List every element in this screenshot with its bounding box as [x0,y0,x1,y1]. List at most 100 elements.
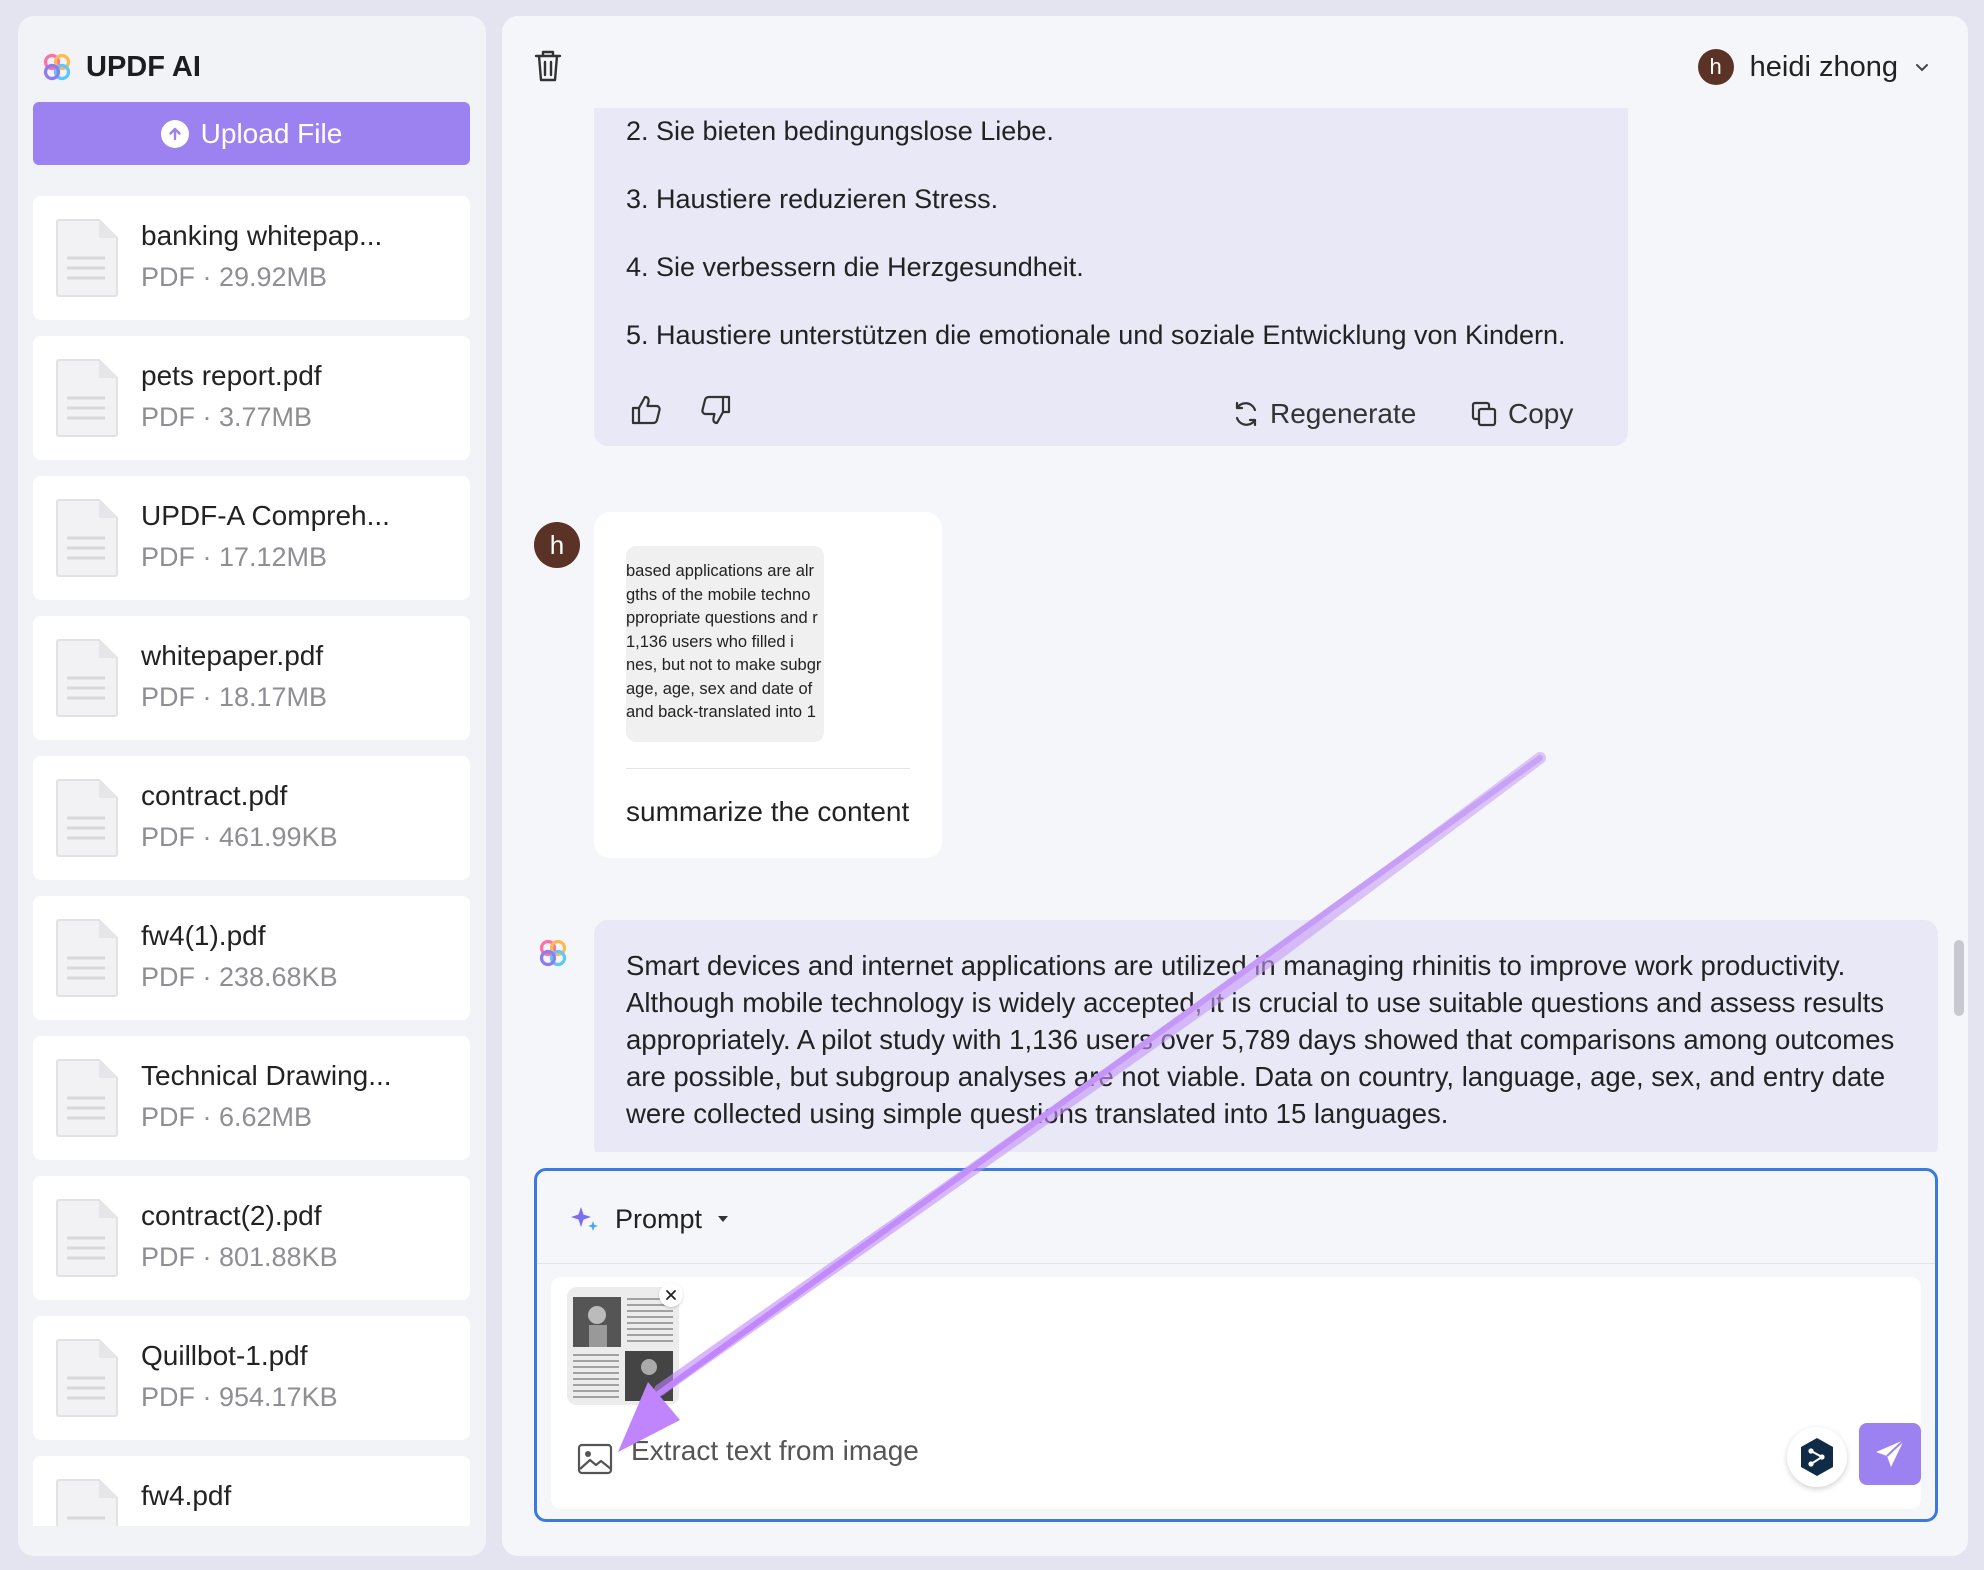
file-list-item[interactable]: fw4(1).pdf PDF · 238.68KB [33,896,470,1020]
file-meta: PDF · 238.68KB [141,962,338,992]
image-text-line: 1,136 users who filled i [626,632,794,651]
list-item: 3. Haustiere reduzieren Stress. [626,184,999,214]
thumbs-up-icon[interactable] [630,394,664,426]
image-text-line: based applications are alr [626,562,815,580]
user-message-text: summarize the content [626,796,910,827]
user-avatar: h [534,522,580,568]
file-name: fw4.pdf [141,1480,232,1511]
regenerate-button[interactable]: Regenerate [1232,398,1416,430]
file-list-item[interactable]: banking whitepap... PDF · 29.92MB [33,196,470,320]
upload-file-button[interactable]: Upload File [33,102,470,165]
file-icon [56,219,118,297]
file-meta: PDF · 801.88KB [141,1242,338,1272]
file-icon [56,1479,118,1526]
file-icon [56,1339,118,1417]
file-meta: PDF · 954.17KB [141,1382,338,1412]
file-name: contract(2).pdf [141,1200,322,1231]
file-name: pets report.pdf [141,360,322,391]
file-icon [56,779,118,857]
file-icon [56,499,118,577]
avatar: h [1697,49,1734,85]
file-list-item[interactable]: Technical Drawing... PDF · 6.62MB [33,1036,470,1160]
file-list-item[interactable]: pets report.pdf PDF · 3.77MB [33,336,470,460]
file-name: Quillbot-1.pdf [141,1340,308,1371]
user-menu[interactable]: h heidi zhong [1697,42,1930,92]
file-name: UPDF-A Compreh... [141,500,390,531]
thumbs-down-icon[interactable] [698,394,732,426]
chevron-down-icon [1916,64,1928,72]
list-item: 2. Sie bieten bedingungslose Liebe. [626,116,1054,146]
brand-title: UPDF AI [86,50,201,83]
file-list-item[interactable]: contract.pdf PDF · 461.99KB [33,756,470,880]
composer: Prompt [534,1168,1938,1522]
prompt-dropdown[interactable]: Prompt [569,1203,730,1235]
list-item: 5. Haustiere unterstützen die emotionale… [626,320,1566,350]
image-text-line: and back-translated into 1 [626,703,816,721]
file-icon [56,359,118,437]
image-text-line: nes, but not to make subgr [626,656,822,674]
file-meta: PDF · 6.62MB [141,1102,313,1132]
chat-history: 2. Sie bieten bedingungslose Liebe. 3. H… [502,108,1968,1152]
upload-file-label: Upload File [200,117,343,149]
updf-ai-logo-icon [43,53,71,81]
copy-icon [1471,401,1497,427]
file-name: Technical Drawing... [141,1060,392,1091]
file-meta: PDF · 29.92MB [141,262,328,292]
file-meta: PDF · 18.17MB [141,682,328,712]
deepl-icon [1801,1438,1833,1476]
trash-icon[interactable] [530,46,566,86]
file-list: banking whitepap... PDF · 29.92MB pets rep… [33,196,470,1526]
ai-message: 2. Sie bieten bedingungslose Liebe. 3. H… [594,108,1628,446]
file-meta: PDF · 3.77MB [141,402,313,432]
image-upload-icon[interactable] [577,1443,613,1475]
send-button[interactable] [1859,1423,1921,1485]
ai-text-line: Although mobile technology is widely acc… [626,987,1885,1018]
file-list-item[interactable]: Quillbot-1.pdf PDF · 954.17KB [33,1316,470,1440]
divider [626,768,910,769]
file-meta: PDF · 461.99KB [141,822,338,852]
upload-arrow-icon [160,119,189,148]
ai-text-line: are possible, but subgroup analyses are … [626,1061,1886,1092]
file-icon [56,1059,118,1137]
paper-plane-icon [1876,1439,1905,1467]
file-list-item[interactable]: contract(2).pdf PDF · 801.88KB [33,1176,470,1300]
sidebar: UPDF AI Upload File banking whitepap... P… [18,16,486,1556]
file-list-item[interactable]: UPDF-A Compreh... PDF · 17.12MB [33,476,470,600]
file-name: contract.pdf [141,780,288,811]
document-photo-icon [567,1287,679,1405]
file-name: whitepaper.pdf [141,640,324,671]
chat-scrollbar[interactable] [1954,940,1964,1016]
ai-text-line: appropriately. A pilot study with 1,136 … [626,1024,1895,1055]
user-name: heidi zhong [1749,50,1898,83]
brand: UPDF AI [42,42,201,92]
attachment-thumbnail[interactable] [567,1287,679,1405]
chat-panel: h heidi zhong 2. Sie bieten bedingungslo… [502,16,1968,1556]
sparkle-icon [571,1207,598,1231]
close-icon [666,1290,676,1300]
regenerate-label: Regenerate [1270,398,1417,429]
refresh-icon [1235,401,1257,427]
file-name: fw4(1).pdf [141,920,266,951]
file-list-item[interactable]: whitepaper.pdf PDF · 18.17MB [33,616,470,740]
caret-down-icon [718,1216,729,1222]
updf-ai-avatar-icon [539,939,567,967]
list-item: 4. Sie verbessern die Herzgesundheit. [626,252,1084,282]
ai-text-line: Smart devices and internet applications … [626,950,1846,981]
remove-attachment-button[interactable] [659,1283,683,1307]
attached-image-preview[interactable]: based applications are alr gths of the m… [626,546,824,742]
user-message: based applications are alr gths of the m… [594,512,942,858]
divider [537,1263,1935,1264]
ai-text-line: were collected using simple questions tr… [626,1098,1449,1129]
deepl-translate-button[interactable] [1787,1427,1847,1487]
file-list-item[interactable]: fw4.pdf [33,1456,470,1526]
file-icon [56,639,118,717]
copy-button[interactable]: Copy [1470,398,1573,430]
file-meta: PDF · 17.12MB [141,542,328,572]
image-text-line: age, age, sex and date of [626,679,813,698]
file-icon [56,1199,118,1277]
image-text-line: gths of the mobile techno [626,585,811,604]
input-area [551,1277,1921,1509]
ai-message: Smart devices and internet applications … [594,920,1938,1152]
copy-label: Copy [1508,398,1574,429]
prompt-input[interactable] [631,1435,1631,1467]
